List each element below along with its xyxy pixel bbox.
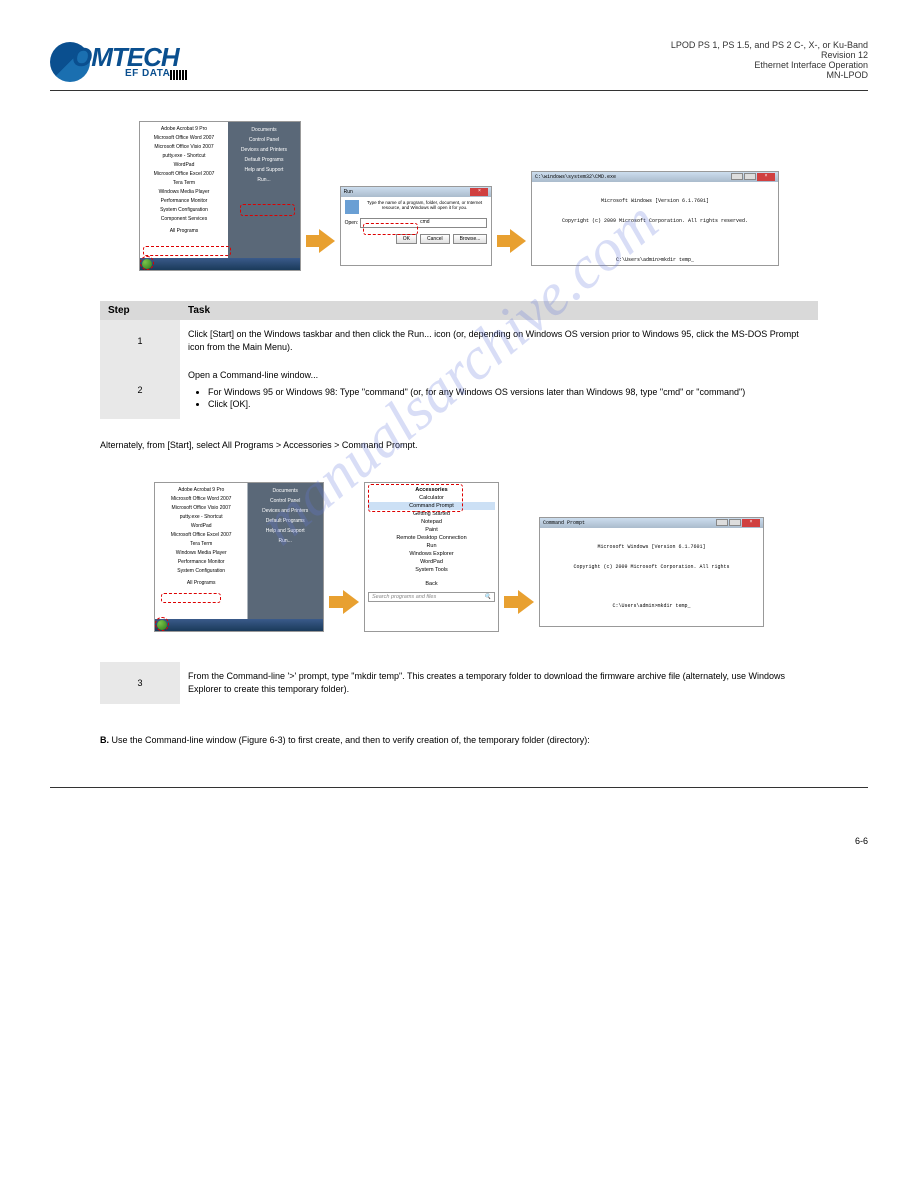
cmd-window-panel-1: C:\windows\system32\CMD.exe × Microsoft … (531, 171, 779, 266)
step-table-continued: 3 From the Command-line '>' prompt, type… (100, 662, 818, 703)
arrow-icon (504, 587, 534, 617)
task-2: Open a Command-line window... For Window… (180, 361, 818, 419)
taskbar-2 (155, 619, 323, 631)
start-orb-highlight-1 (140, 256, 154, 270)
search-icon: 🔍 (484, 594, 491, 600)
run-description: Type the name of a program, folder, docu… (362, 200, 488, 211)
figure-1: Adobe Acrobat 9 Pro Microsoft Office Wor… (50, 121, 868, 271)
logo: OMTECH EF DATA (50, 40, 195, 85)
step-1: 1 (100, 320, 180, 361)
logo-text-sub: EF DATA (125, 68, 170, 79)
alt-text: Alternately, from [Start], select All Pr… (100, 439, 818, 453)
th-step: Step (100, 301, 180, 320)
step-table: Step Task 1 Click [Start] on the Windows… (100, 301, 818, 419)
th-task: Task (180, 301, 818, 320)
arrow-icon (497, 226, 526, 256)
cancel-button: Cancel (420, 234, 450, 244)
close-icon: × (742, 519, 760, 527)
close-icon: × (757, 173, 775, 181)
start-menu-panel-2: Adobe Acrobat 9 Pro Microsoft Office Wor… (154, 482, 324, 632)
close-icon: × (470, 188, 488, 196)
run-open-label: Open: (345, 220, 359, 226)
run-dialog-panel: Run × Type the name of a program, folder… (340, 186, 493, 266)
allprograms-highlight (161, 593, 221, 603)
accessories-panel: Accessories Calculator Command Prompt Ge… (364, 482, 499, 632)
cmd-window-panel-2: Command Prompt × Microsoft Windows [Vers… (539, 517, 764, 627)
search-highlight-1 (143, 246, 231, 256)
accessories-highlight (368, 484, 463, 512)
run-app-icon (345, 200, 359, 214)
arrow-icon (329, 587, 359, 617)
run-highlight-1 (240, 204, 295, 216)
page-header: OMTECH EF DATA LPOD PS 1, PS 1.5, and PS… (50, 40, 868, 85)
step-2: 2 (100, 361, 180, 419)
step-3: 3 (100, 662, 180, 703)
cmd-title-2: Command Prompt (543, 520, 585, 526)
run-input-highlight (363, 223, 418, 235)
search-placeholder: Search programs and files (372, 594, 436, 600)
header-right: LPOD PS 1, PS 1.5, and PS 2 C-, X-, or K… (671, 40, 868, 80)
task-3: From the Command-line '>' prompt, type "… (180, 662, 818, 703)
page-number: 6-6 (855, 836, 868, 846)
taskbar-1 (140, 258, 300, 270)
start-menu-panel-1: Adobe Acrobat 9 Pro Microsoft Office Wor… (139, 121, 301, 271)
browse-button: Browse... (453, 234, 488, 244)
ok-button: OK (396, 234, 417, 244)
figure-2: Adobe Acrobat 9 Pro Microsoft Office Wor… (50, 482, 868, 632)
arrow-icon (306, 226, 335, 256)
task-1: Click [Start] on the Windows taskbar and… (180, 320, 818, 361)
cmd-title-1: C:\windows\system32\CMD.exe (535, 174, 616, 180)
step-b: B. Use the Command-line window (Figure 6… (100, 734, 818, 748)
page-footer: 6-6 (0, 836, 918, 846)
run-title: Run (344, 189, 353, 195)
